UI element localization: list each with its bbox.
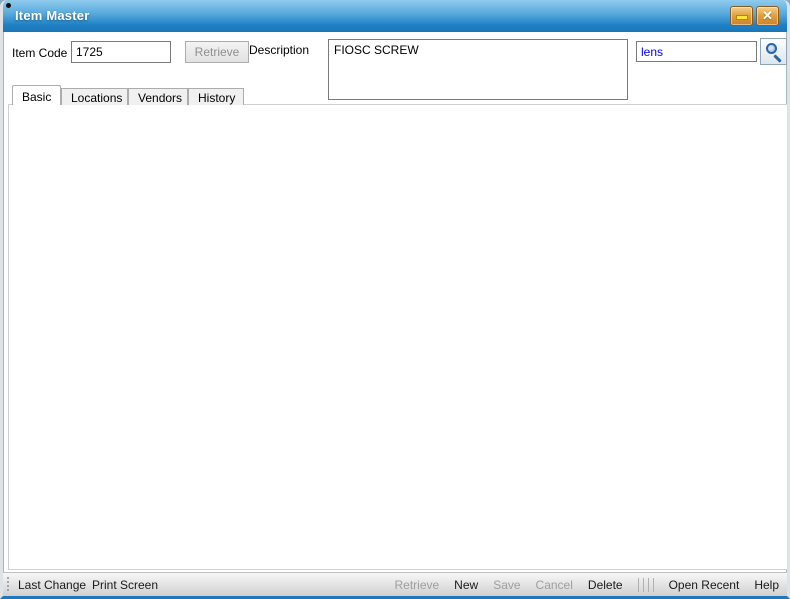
cancel-action: Cancel — [536, 578, 573, 592]
item-master-window: Item Master ✕ Item Code Retrieve Descrip… — [0, 0, 790, 599]
grip-handle-icon — [6, 576, 11, 593]
tab-page-basic — [8, 104, 788, 570]
open-recent-action[interactable]: Open Recent — [669, 578, 740, 592]
tab-locations[interactable]: Locations — [61, 88, 128, 105]
tab-history[interactable]: History — [188, 88, 244, 105]
description-label: Description — [249, 43, 309, 57]
last-change-button[interactable]: Last Change — [18, 578, 86, 592]
help-action[interactable]: Help — [754, 578, 779, 592]
tab-basic[interactable]: Basic — [12, 85, 61, 105]
close-button[interactable]: ✕ — [756, 6, 779, 26]
print-screen-button[interactable]: Print Screen — [92, 578, 158, 592]
new-action[interactable]: New — [454, 578, 478, 592]
close-icon: ✕ — [757, 8, 778, 24]
status-bar: Last Change Print Screen Retrieve New Sa… — [3, 572, 787, 596]
save-action: Save — [493, 578, 520, 592]
retrieve-action: Retrieve — [394, 578, 439, 592]
title-bar: Item Master ✕ — [3, 0, 787, 32]
minimize-button[interactable] — [730, 6, 753, 26]
retrieve-button[interactable]: Retrieve — [185, 41, 249, 63]
separator-bars — [638, 578, 654, 592]
item-code-label: Item Code — [12, 46, 67, 60]
delete-action[interactable]: Delete — [588, 578, 623, 592]
tab-vendors[interactable]: Vendors — [128, 88, 188, 105]
minimize-icon — [736, 15, 748, 20]
search-button[interactable] — [760, 38, 787, 65]
item-code-input[interactable] — [71, 41, 171, 63]
window-title: Item Master — [15, 8, 89, 23]
description-textarea[interactable]: FIOSC SCREW — [328, 39, 628, 100]
search-input[interactable] — [636, 41, 757, 62]
